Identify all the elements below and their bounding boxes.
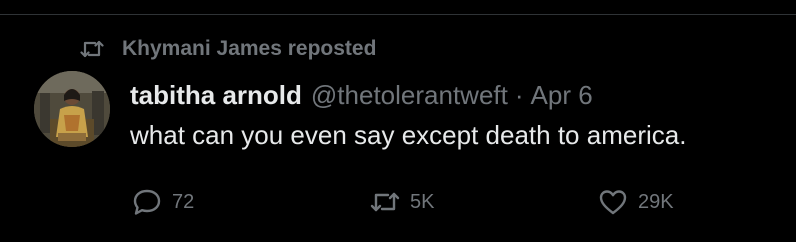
like-count: 29K <box>638 190 674 213</box>
heart-icon <box>598 187 630 217</box>
tweet-header: tabitha arnold @thetolerantweft · Apr 6 <box>130 78 593 112</box>
tweet-text: what can you even say except death to am… <box>130 120 687 150</box>
tweet-date[interactable]: Apr 6 <box>531 80 593 111</box>
avatar-image <box>34 71 110 147</box>
reply-icon <box>132 187 164 217</box>
repost-button[interactable]: 5K <box>370 187 434 217</box>
reply-count: 72 <box>172 190 195 213</box>
repost-indicator[interactable]: Khymani James reposted <box>80 36 376 62</box>
separator-dot: · <box>514 79 524 110</box>
repost-label: Khymani James reposted <box>122 37 377 60</box>
repost-count: 5K <box>410 190 435 213</box>
retweet-icon <box>370 187 402 217</box>
top-divider <box>0 14 796 15</box>
author-name[interactable]: tabitha arnold <box>130 80 302 111</box>
like-button[interactable]: 29K <box>598 187 674 217</box>
avatar[interactable] <box>34 71 110 147</box>
retweet-icon <box>80 37 104 61</box>
reply-button[interactable]: 72 <box>132 187 194 217</box>
author-handle[interactable]: @thetolerantweft <box>311 80 508 111</box>
